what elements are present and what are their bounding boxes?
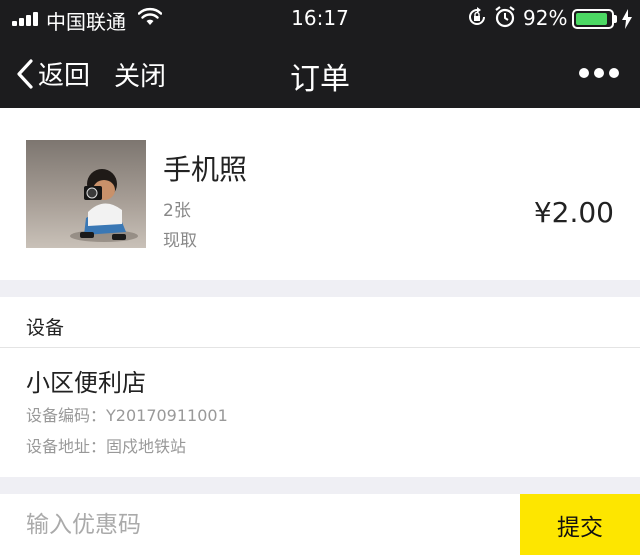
top-bar: 中国联通 16:17 92% 返回 关闭 订单 [0,0,640,108]
product-pickup: 现取 [163,231,197,251]
nav-bar: 返回 关闭 订单 [0,36,640,108]
rotation-lock-icon [469,7,485,25]
store-name: 小区便利店 [26,369,146,397]
coupon-input[interactable] [0,494,520,555]
battery-icon [572,9,614,29]
device-section-header: 设备 [26,317,65,339]
product-card: 手机照 2张 现取 ¥2.00 [0,108,640,280]
bottom-bar: 提交 [0,494,640,555]
child-photo-image [26,140,146,248]
product-price: ¥2.00 [533,196,614,229]
product-thumbnail [26,140,146,248]
status-bar: 中国联通 16:17 92% [0,0,640,36]
alarm-icon [495,6,515,28]
divider [0,347,640,348]
more-icon[interactable] [579,68,619,78]
page-title: 订单 [290,62,350,97]
battery-tip [614,15,617,23]
submit-button[interactable]: 提交 [520,494,640,555]
device-code: 设备编码：Y20170911001 [26,406,228,425]
battery-level [576,13,608,25]
charging-icon [622,9,632,29]
device-address: 设备地址：固戍地铁站 [26,437,187,456]
device-card: 设备 小区便利店 设备编码：Y20170911001 设备地址：固戍地铁站 [0,297,640,477]
product-quantity: 2张 [163,201,191,221]
product-name: 手机照 [163,153,248,186]
battery-percent: 92% [523,6,568,30]
